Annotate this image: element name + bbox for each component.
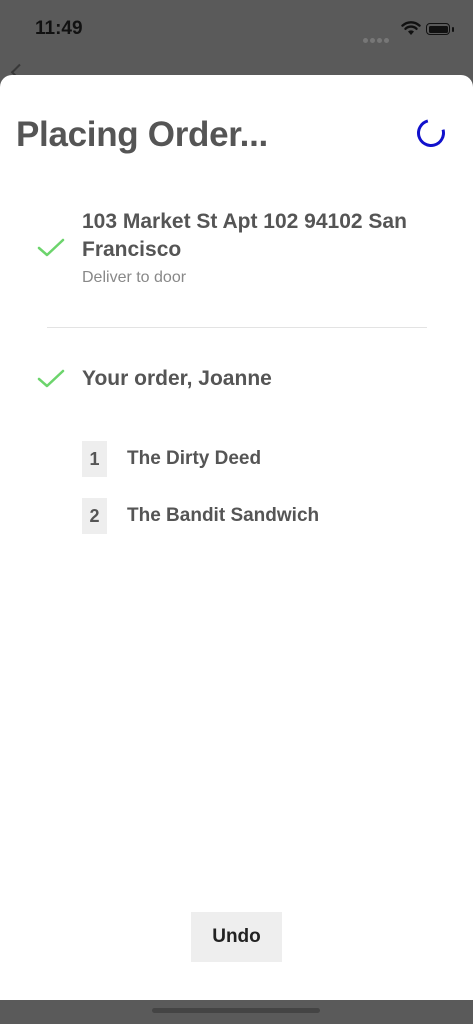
home-indicator[interactable]	[152, 1008, 320, 1013]
item-name: The Dirty Deed	[127, 448, 262, 469]
delivery-note: Deliver to door	[82, 269, 187, 286]
bottom-bar	[0, 1000, 473, 1024]
signal-icon	[363, 30, 391, 48]
divider	[47, 327, 427, 328]
check-icon	[37, 238, 65, 257]
status-bar: 11:49	[0, 0, 473, 60]
status-time: 11:49	[35, 18, 83, 39]
order-heading: Your order, Joanne	[82, 367, 272, 390]
loading-spinner-icon	[411, 113, 451, 153]
check-icon	[37, 369, 65, 388]
delivery-address: 103 Market St Apt 102 94102 San Francisc…	[82, 210, 407, 261]
battery-icon	[426, 23, 450, 35]
quantity-badge: 2	[82, 498, 107, 534]
wifi-icon	[401, 21, 421, 35]
item-name: The Bandit Sandwich	[127, 505, 320, 526]
order-sheet: Placing Order... 103 Market St Apt 102 9…	[0, 75, 473, 1000]
page-title: Placing Order...	[16, 115, 268, 154]
quantity-badge: 1	[82, 441, 107, 477]
undo-button[interactable]: Undo	[191, 912, 282, 962]
status-icons	[363, 20, 454, 43]
